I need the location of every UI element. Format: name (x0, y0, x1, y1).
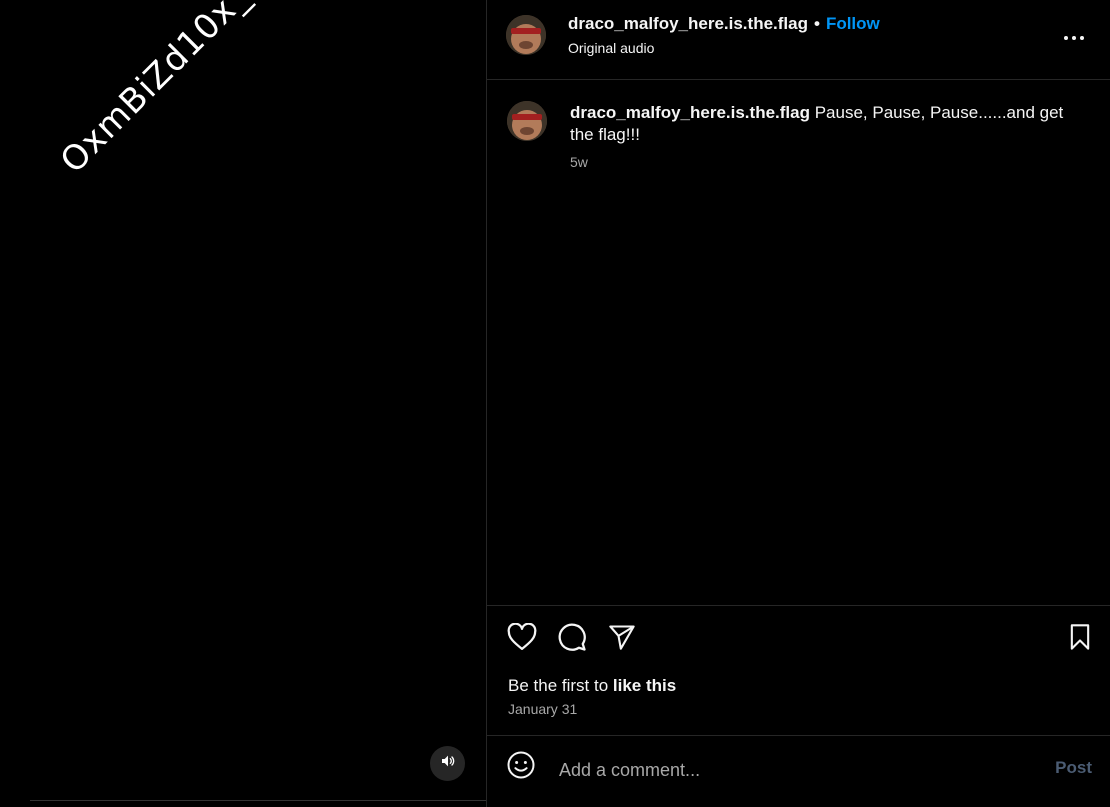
emoji-button[interactable] (505, 751, 537, 783)
caption-username[interactable]: draco_malfoy_here.is.the.flag (570, 103, 810, 122)
comment-input[interactable] (557, 755, 1021, 785)
mute-button[interactable] (430, 746, 465, 781)
video-overlay-text: OxmBiZd10x_Ec1xq_ (52, 0, 347, 182)
paper-plane-icon (608, 623, 636, 656)
like-this-link[interactable]: like this (613, 676, 676, 695)
heart-icon (507, 622, 537, 656)
post-button[interactable]: Post (1055, 758, 1092, 778)
video-player[interactable]: OxmBiZd10x_Ec1xq_ (0, 0, 486, 807)
smiley-icon (506, 750, 536, 785)
divider (487, 605, 1110, 606)
post-header: draco_malfoy_here.is.the.flag • Follow Ori… (487, 0, 1110, 80)
follow-button[interactable]: Follow (826, 14, 880, 33)
bookmark-icon (1067, 623, 1093, 656)
video-progress-track (30, 800, 486, 801)
save-button[interactable] (1064, 623, 1096, 655)
share-button[interactable] (606, 623, 638, 655)
comment-button[interactable] (556, 623, 588, 655)
likes-summary: Be the first to like this (508, 676, 676, 696)
likes-prefix: Be the first to (508, 676, 609, 695)
more-options-button[interactable] (1062, 27, 1086, 47)
separator-dot: • (813, 14, 820, 33)
header-username[interactable]: draco_malfoy_here.is.the.flag (568, 14, 808, 33)
caption-text: draco_malfoy_here.is.the.flag Pause, Pau… (570, 102, 1080, 146)
like-button[interactable] (506, 622, 538, 656)
reel-viewer: OxmBiZd10x_Ec1xq_ draco_malfoy_here.is.t… (0, 0, 1110, 807)
divider (487, 735, 1110, 736)
post-panel: draco_malfoy_here.is.the.flag • Follow Ori… (486, 0, 1110, 807)
caption-age[interactable]: 5w (570, 154, 588, 170)
comment-icon (557, 622, 587, 657)
avatar[interactable] (507, 101, 547, 141)
speaker-icon (440, 753, 456, 774)
avatar[interactable] (506, 15, 546, 55)
audio-label[interactable]: Original audio (568, 40, 654, 56)
more-horizontal-icon (1063, 28, 1085, 46)
post-date[interactable]: January 31 (508, 701, 577, 717)
